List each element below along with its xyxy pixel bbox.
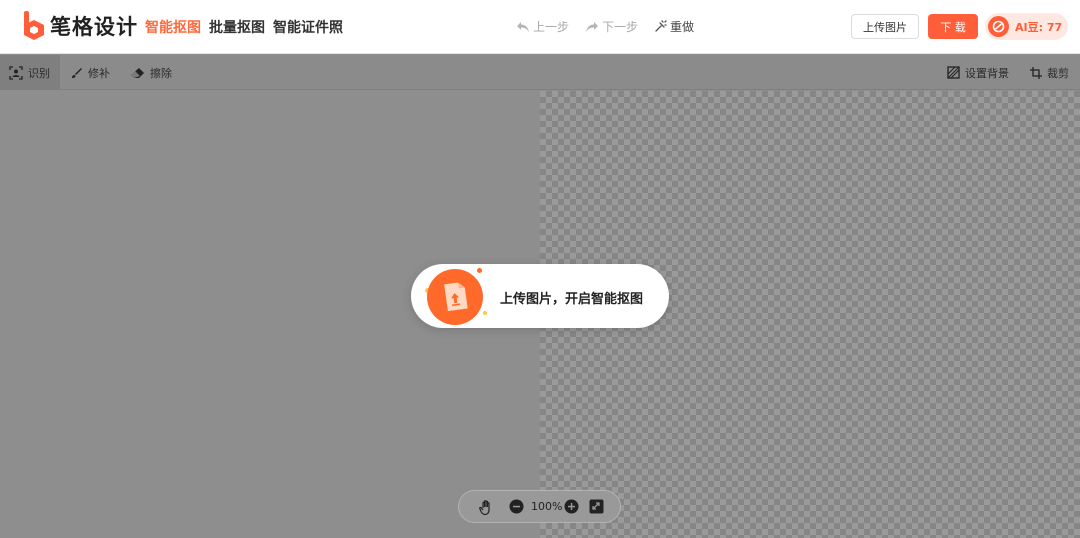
undo-icon	[517, 21, 529, 32]
undo-label: 上一步	[533, 20, 570, 34]
undo-button[interactable]: 上一步	[516, 18, 569, 35]
brush-icon	[72, 67, 82, 78]
crop-label: 裁剪	[1047, 66, 1069, 80]
eraser-icon	[131, 67, 144, 78]
upload-prompt[interactable]: 上传图片，开启智能抠图	[411, 264, 669, 328]
nav-id-photo[interactable]: 智能证件照	[273, 17, 343, 37]
decor-dot	[483, 311, 487, 315]
download-button[interactable]: 下 载	[928, 14, 978, 39]
brand-name: 笔格设计	[50, 15, 138, 39]
logo-icon	[22, 11, 46, 41]
ai-credits-badge[interactable]: AI豆: 77	[985, 13, 1068, 40]
main-nav: 智能抠图 批量抠图 智能证件照	[145, 17, 343, 37]
redo-icon	[586, 21, 599, 32]
zoom-level: 100%	[531, 500, 563, 513]
history-controls: 上一步 下一步 重做	[516, 18, 694, 35]
reset-button[interactable]: 重做	[654, 18, 694, 35]
background-icon	[947, 66, 960, 79]
reset-label: 重做	[670, 20, 695, 34]
fit-screen-icon[interactable]	[589, 499, 604, 518]
repair-label: 修补	[88, 66, 110, 80]
nav-smart-cutout[interactable]: 智能抠图	[145, 17, 201, 37]
tool-repair[interactable]: 修补	[71, 55, 110, 90]
tool-erase[interactable]: 擦除	[130, 55, 172, 90]
redo-button[interactable]: 下一步	[585, 18, 638, 35]
crop-icon	[1030, 66, 1042, 79]
edit-toolbar: 识别 修补 擦除 设置背景 裁剪	[0, 55, 1080, 90]
hand-pan-icon[interactable]	[479, 499, 495, 520]
recognize-icon	[9, 65, 23, 80]
upload-file-icon	[427, 269, 483, 325]
brand-logo[interactable]: 笔格设计	[22, 11, 138, 41]
background-label: 设置背景	[965, 66, 1009, 80]
zoom-out-icon[interactable]	[509, 499, 524, 518]
erase-label: 擦除	[150, 66, 172, 80]
reset-icon	[655, 20, 667, 32]
recognize-label: 识别	[28, 66, 50, 80]
tool-crop[interactable]: 裁剪	[1030, 55, 1069, 90]
tool-recognize[interactable]: 识别	[0, 55, 60, 90]
top-header: 笔格设计 智能抠图 批量抠图 智能证件照 上一步 下一步 重做 上传图片 下 载…	[0, 0, 1080, 54]
upload-image-button[interactable]: 上传图片	[851, 14, 919, 39]
tool-set-background[interactable]: 设置背景	[947, 55, 1009, 90]
upload-prompt-text: 上传图片，开启智能抠图	[500, 292, 644, 307]
nav-batch-cutout[interactable]: 批量抠图	[209, 17, 265, 37]
zoom-in-icon[interactable]	[564, 499, 579, 518]
ai-credits-label: AI豆: 77	[1015, 20, 1063, 34]
zoom-controls: 100%	[458, 490, 621, 523]
redo-label: 下一步	[602, 20, 639, 34]
ai-bean-icon	[988, 16, 1009, 37]
